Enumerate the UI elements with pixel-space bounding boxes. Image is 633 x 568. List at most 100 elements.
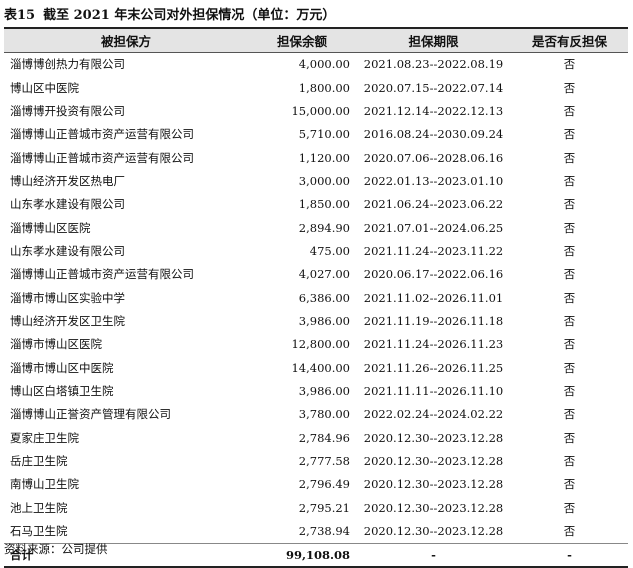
- table-number: 表15: [4, 8, 36, 23]
- table-row: 淄博博山正誉资产管理有限公司 3,780.00 2022.02.24--2024.0…: [4, 403, 628, 427]
- cell-counter-guarantee: 否: [563, 173, 576, 188]
- table-row: 淄博博山正普城市资产运营有限公司 4,027.00 2020.06.17--2022…: [4, 263, 628, 287]
- cell-guaranteed-party: 石马卫生院: [10, 524, 68, 539]
- cell-guaranteed-party: 南博山卫生院: [10, 477, 79, 492]
- cell-counter-guarantee: 否: [563, 337, 576, 352]
- cell-counter-guarantee: 否: [563, 477, 576, 492]
- header-period: 担保期限: [408, 34, 459, 49]
- cell-guaranteed-party: 岳庄卫生院: [10, 454, 68, 469]
- table-caption: 截至 2021 年末公司对外担保情况（单位：万元）: [43, 8, 336, 23]
- cell-balance: 2,784.96: [298, 430, 350, 445]
- header-balance: 担保余额: [276, 34, 327, 49]
- cell-guaranteed-party: 山东孝水建设有限公司: [10, 243, 125, 258]
- cell-counter-guarantee: 否: [563, 290, 576, 305]
- table-row: 淄博博开投资有限公司 15,000.00 2021.12.14--2022.12.1…: [4, 100, 628, 124]
- cell-period: 2021.11.02--2026.11.01: [363, 290, 504, 305]
- table-header: 被担保方 担保余额 担保期限 是否有反担保: [4, 27, 628, 53]
- cell-period: 2021.08.23--2022.08.19: [363, 57, 504, 72]
- cell-balance: 3,986.00: [298, 313, 350, 328]
- cell-period: 2021.11.19--2026.11.18: [363, 313, 504, 328]
- cell-period: 2016.08.24--2030.09.24: [363, 127, 504, 142]
- cell-guaranteed-party: 博山区中医院: [10, 80, 79, 95]
- cell-period: 2021.12.14--2022.12.13: [363, 103, 504, 118]
- table-row: 淄博市博山区实验中学 6,386.00 2021.11.02--2026.11.01…: [4, 286, 628, 310]
- cell-period: 2022.01.13--2023.01.10: [363, 173, 504, 188]
- header-guaranteed-party: 被担保方: [100, 34, 151, 49]
- cell-counter-guarantee: 否: [563, 267, 576, 282]
- cell-period: 2020.12.30--2023.12.28: [363, 477, 504, 492]
- cell-period: 2020.12.30--2023.12.28: [363, 500, 504, 515]
- cell-period: 2021.11.24--2026.11.23: [363, 337, 504, 352]
- table-row: 博山经济开发区热电厂 3,000.00 2022.01.13--2023.01.10…: [4, 170, 628, 194]
- cell-balance: 3,986.00: [298, 383, 350, 398]
- table-row: 山东孝水建设有限公司 1,850.00 2021.06.24--2023.06.22…: [4, 193, 628, 217]
- cell-balance: 3,000.00: [298, 173, 350, 188]
- cell-guaranteed-party: 淄博市博山区医院: [10, 337, 102, 352]
- total-period: -: [431, 548, 436, 563]
- table-row: 博山经济开发区卫生院 3,986.00 2021.11.19--2026.11.18…: [4, 310, 628, 334]
- cell-guaranteed-party: 淄博市博山区中医院: [10, 360, 114, 375]
- cell-guaranteed-party: 淄博博山区医院: [10, 220, 91, 235]
- table-row: 博山区白塔镇卫生院 3,986.00 2021.11.11--2026.11.10 否: [4, 380, 628, 404]
- cell-balance: 1,120.00: [298, 150, 350, 165]
- cell-counter-guarantee: 否: [563, 197, 576, 212]
- table-title: 表15 截至 2021 年末公司对外担保情况（单位：万元）: [4, 4, 335, 23]
- total-balance: 99,108.08: [285, 548, 350, 563]
- cell-balance: 5,710.00: [298, 127, 350, 142]
- cell-counter-guarantee: 否: [563, 407, 576, 422]
- table-row: 淄博博创热力有限公司 4,000.00 2021.08.23--2022.08.19…: [4, 53, 628, 77]
- cell-period: 2020.06.17--2022.06.16: [363, 267, 504, 282]
- cell-counter-guarantee: 否: [563, 360, 576, 375]
- cell-period: 2020.07.15--2022.07.14: [363, 80, 504, 95]
- cell-period: 2020.12.30--2023.12.28: [363, 454, 504, 469]
- cell-period: 2022.02.24--2024.02.22: [363, 407, 504, 422]
- table-row: 石马卫生院 2,738.94 2020.12.30--2023.12.28 否: [4, 520, 628, 544]
- cell-guaranteed-party: 淄博市博山区实验中学: [10, 290, 125, 305]
- table-row: 夏家庄卫生院 2,784.96 2020.12.30--2023.12.28 否: [4, 427, 628, 450]
- cell-counter-guarantee: 否: [563, 220, 576, 235]
- cell-counter-guarantee: 否: [563, 383, 576, 398]
- total-counter-guarantee: -: [567, 548, 572, 563]
- guarantee-table: 被担保方 担保余额 担保期限 是否有反担保 淄博博创热力有限公司 4,000.00…: [4, 27, 628, 568]
- cell-period: 2021.11.26--2026.11.25: [363, 360, 504, 375]
- table-row: 淄博博山正普城市资产运营有限公司 5,710.00 2016.08.24--2030…: [4, 123, 628, 147]
- cell-counter-guarantee: 否: [563, 80, 576, 95]
- cell-counter-guarantee: 否: [563, 430, 576, 445]
- cell-balance: 475.00: [309, 243, 350, 258]
- cell-counter-guarantee: 否: [563, 127, 576, 142]
- cell-guaranteed-party: 山东孝水建设有限公司: [10, 197, 125, 212]
- cell-period: 2020.07.06--2028.06.16: [363, 150, 504, 165]
- source-note: 资料来源：公司提供: [4, 542, 108, 556]
- cell-balance: 6,386.00: [298, 290, 350, 305]
- table-row: 池上卫生院 2,795.21 2020.12.30--2023.12.28 否: [4, 497, 628, 520]
- table-row: 博山区中医院 1,800.00 2020.07.15--2022.07.14 否: [4, 76, 628, 100]
- table-body: 淄博博创热力有限公司 4,000.00 2021.08.23--2022.08.19…: [4, 53, 628, 544]
- cell-balance: 4,027.00: [298, 267, 350, 282]
- cell-period: 2021.07.01--2024.06.25: [363, 220, 504, 235]
- header-counter-guarantee: 是否有反担保: [531, 34, 607, 49]
- cell-balance: 2,738.94: [298, 524, 350, 539]
- cell-guaranteed-party: 夏家庄卫生院: [10, 430, 79, 445]
- table-row: 南博山卫生院 2,796.49 2020.12.30--2023.12.28 否: [4, 473, 628, 497]
- cell-period: 2021.06.24--2023.06.22: [363, 197, 504, 212]
- cell-guaranteed-party: 淄博博山正普城市资产运营有限公司: [10, 267, 194, 282]
- table-row: 岳庄卫生院 2,777.58 2020.12.30--2023.12.28 否: [4, 450, 628, 474]
- table-row: 山东孝水建设有限公司 475.00 2021.11.24--2023.11.22 否: [4, 240, 628, 264]
- cell-counter-guarantee: 否: [563, 243, 576, 258]
- table-row: 淄博博山区医院 2,894.90 2021.07.01--2024.06.25 否: [4, 216, 628, 240]
- cell-counter-guarantee: 否: [563, 524, 576, 539]
- cell-balance: 2,894.90: [298, 220, 350, 235]
- cell-balance: 2,795.21: [298, 500, 350, 515]
- cell-period: 2020.12.30--2023.12.28: [363, 430, 504, 445]
- cell-period: 2021.11.11--2026.11.10: [363, 383, 504, 398]
- cell-guaranteed-party: 淄博博开投资有限公司: [10, 103, 125, 118]
- cell-guaranteed-party: 池上卫生院: [10, 500, 68, 515]
- cell-guaranteed-party: 淄博博山正普城市资产运营有限公司: [10, 150, 194, 165]
- cell-balance: 4,000.00: [298, 57, 350, 72]
- cell-period: 2020.12.30--2023.12.28: [363, 524, 504, 539]
- cell-balance: 12,800.00: [291, 337, 350, 352]
- table-row: 淄博博山正普城市资产运营有限公司 1,120.00 2020.07.06--2028…: [4, 146, 628, 170]
- cell-balance: 2,796.49: [298, 477, 350, 492]
- cell-period: 2021.11.24--2023.11.22: [363, 243, 504, 258]
- table-row: 淄博市博山区医院 12,800.00 2021.11.24--2026.11.23 否: [4, 333, 628, 357]
